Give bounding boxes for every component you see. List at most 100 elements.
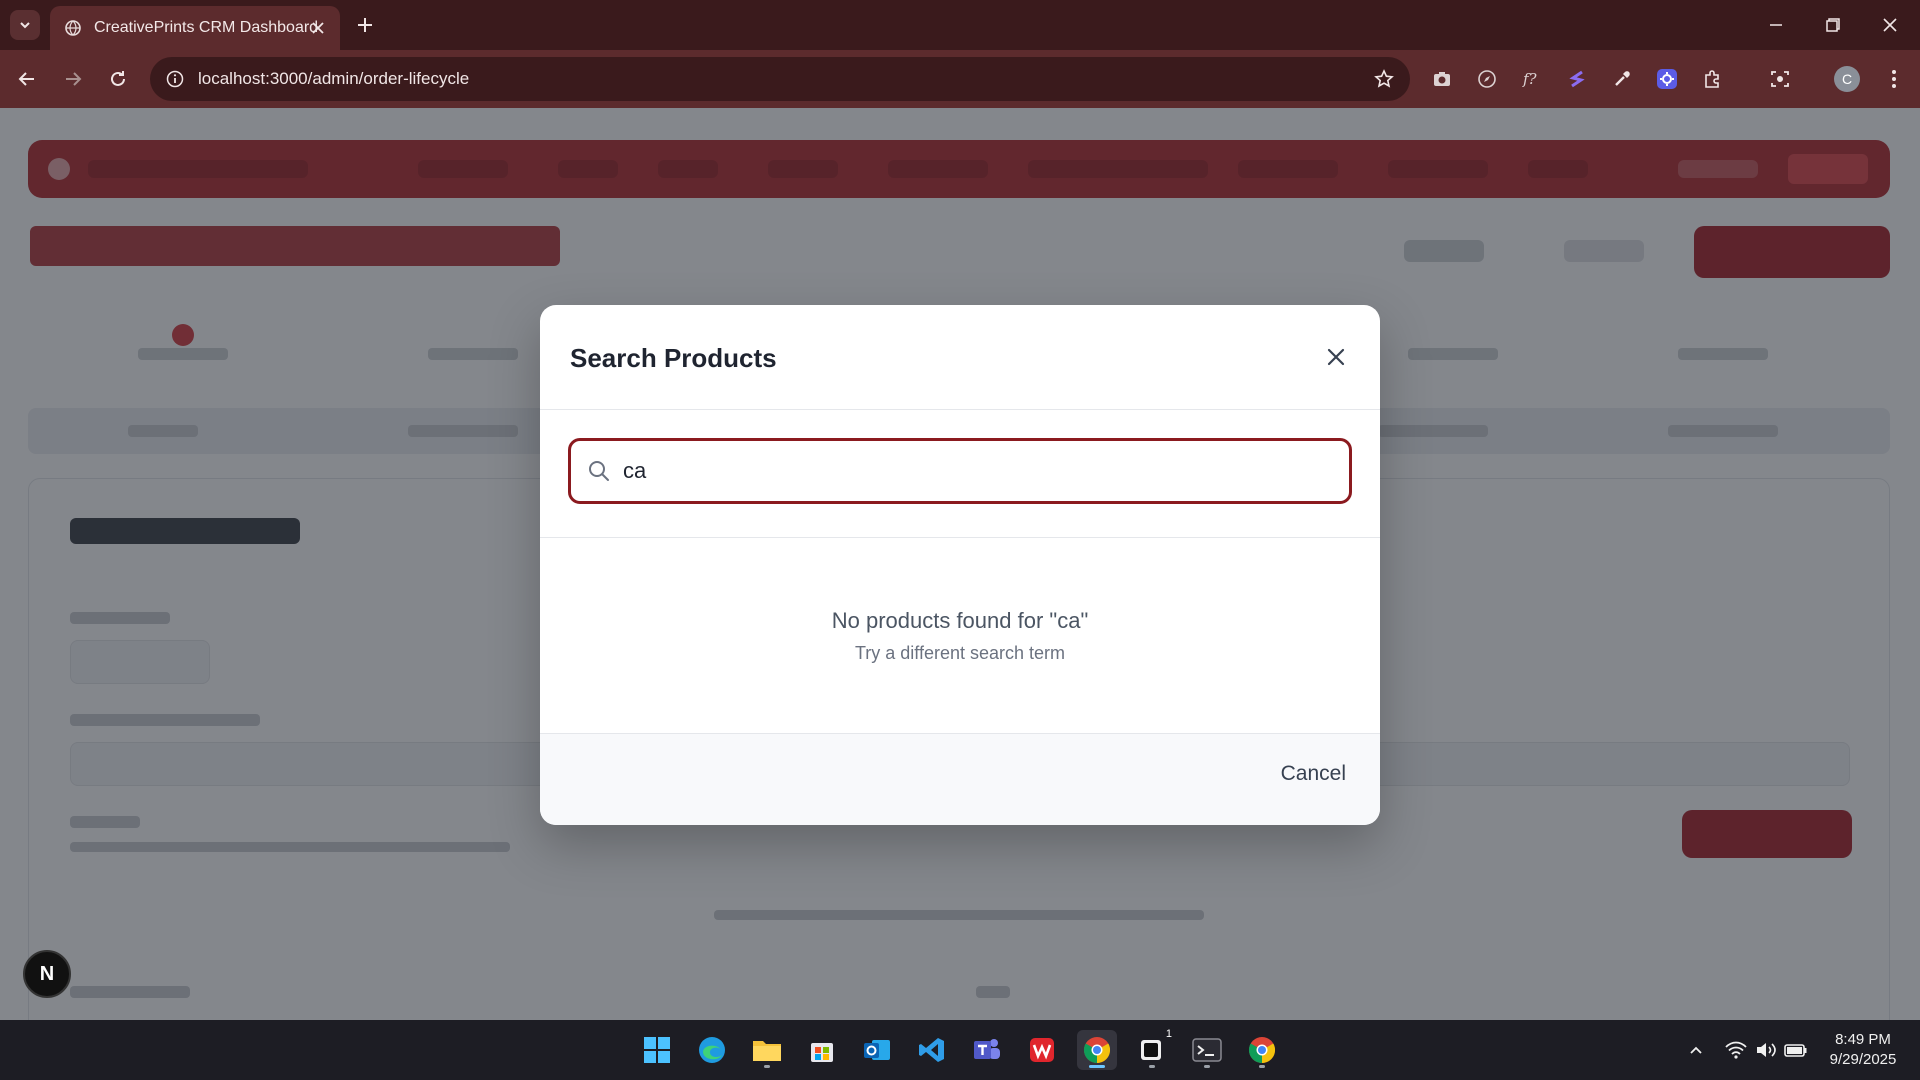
bookmark-button[interactable]: [1372, 67, 1396, 91]
edge-icon: [699, 1037, 725, 1063]
taskbar-file-explorer[interactable]: [747, 1030, 787, 1070]
star-icon: [1374, 69, 1394, 88]
globe-icon: [65, 20, 81, 36]
reload-icon: [111, 71, 125, 86]
outlook-icon: [864, 1040, 890, 1060]
battery-icon: [1784, 1044, 1807, 1057]
url-text: localhost:3000/admin/order-lifecycle: [198, 69, 470, 88]
settings-badge-icon: [1657, 69, 1677, 89]
empty-state-title: No products found for "ca": [831, 608, 1089, 633]
extension-s[interactable]: [1563, 65, 1591, 93]
wifi-status[interactable]: [1724, 1038, 1748, 1062]
product-search-input[interactable]: [623, 458, 1323, 484]
extensions-button[interactable]: [1698, 65, 1726, 93]
extension-formula[interactable]: f?: [1518, 65, 1546, 93]
taskbar-vscode[interactable]: [912, 1030, 952, 1070]
close-icon: [1883, 18, 1897, 32]
screenshot-icon: [1771, 71, 1789, 87]
window-close-button[interactable]: [1870, 10, 1910, 40]
extension-gear[interactable]: [1653, 65, 1681, 93]
empty-state-subtitle: Try a different search term: [854, 643, 1066, 663]
tab-title: CreativePrints CRM Dashboard: [94, 19, 319, 36]
cancel-button[interactable]: Cancel: [1281, 762, 1346, 786]
minimize-button[interactable]: [1756, 10, 1796, 40]
wps-icon: [1030, 1038, 1054, 1062]
taskbar-chrome[interactable]: [1242, 1030, 1282, 1070]
new-tab-button[interactable]: [352, 12, 378, 38]
start-button[interactable]: [637, 1030, 677, 1070]
taskbar-terminal-app[interactable]: 1: [1132, 1028, 1172, 1070]
clock-time: 8:49 PM: [1835, 1031, 1891, 1048]
back-button[interactable]: [12, 64, 42, 94]
terminal-app-icon: [1141, 1040, 1161, 1060]
camera-icon: [1434, 72, 1450, 86]
extension-compass[interactable]: [1473, 65, 1501, 93]
modal-close-button[interactable]: [1322, 343, 1350, 371]
eyedropper-icon: [1615, 71, 1630, 86]
taskbar-chrome-profile[interactable]: [1077, 1030, 1117, 1070]
forward-button[interactable]: [58, 64, 88, 94]
chevron-up-icon: [1690, 1046, 1702, 1054]
taskbar-clock[interactable]: 8:49 PM 9/29/2025: [1818, 1030, 1908, 1070]
reload-button[interactable]: [103, 64, 133, 94]
profile-avatar[interactable]: C: [1834, 66, 1860, 92]
taskbar-terminal[interactable]: [1187, 1030, 1227, 1070]
search-section: [540, 410, 1380, 538]
extension-camera[interactable]: [1428, 65, 1456, 93]
volume-control[interactable]: [1754, 1038, 1778, 1062]
puzzle-icon: [1705, 70, 1719, 88]
svg-text:f?: f?: [1522, 70, 1538, 88]
restore-icon: [1826, 18, 1840, 32]
tray-overflow-button[interactable]: [1684, 1038, 1708, 1062]
arrow-right-icon: [66, 72, 82, 86]
search-field[interactable]: [568, 438, 1352, 504]
nextjs-devtools-button[interactable]: N: [23, 950, 71, 998]
minimize-icon: [1770, 24, 1782, 26]
clock-date: 9/29/2025: [1829, 1051, 1897, 1068]
speaker-icon: [1757, 1043, 1776, 1057]
restore-button[interactable]: [1813, 10, 1853, 40]
folder-icon: [753, 1041, 781, 1061]
taskbar-outlook[interactable]: [857, 1030, 897, 1070]
extension-eyedropper[interactable]: [1608, 65, 1636, 93]
close-icon: [1327, 348, 1345, 366]
formula-icon: f?: [1522, 70, 1538, 88]
close-icon: [312, 22, 324, 34]
s-logo-icon: [1569, 70, 1585, 88]
vscode-icon: [919, 1038, 944, 1062]
screenshot-button[interactable]: [1766, 65, 1794, 93]
battery-status[interactable]: [1784, 1038, 1808, 1062]
taskbar-edge[interactable]: [692, 1030, 732, 1070]
taskbar-wps[interactable]: [1022, 1030, 1062, 1070]
notification-badge: 1: [1165, 1028, 1172, 1040]
teams-icon: [974, 1039, 1000, 1059]
windows-logo-icon: [644, 1037, 670, 1063]
address-bar[interactable]: localhost:3000/admin/order-lifecycle: [150, 57, 1410, 101]
store-icon: [811, 1043, 833, 1062]
modal-header: Search Products: [540, 305, 1380, 410]
info-icon[interactable]: [166, 70, 184, 88]
plus-icon: [358, 18, 372, 32]
windows-taskbar: 1 8:49 PM 9/29/2025: [0, 1020, 1920, 1080]
chrome-icon: [1083, 1037, 1111, 1064]
wifi-icon: [1725, 1041, 1747, 1059]
search-icon: [589, 461, 609, 481]
taskbar-store[interactable]: [802, 1030, 842, 1070]
compass-icon: [1478, 70, 1496, 88]
chevron-down-icon: [20, 22, 30, 29]
arrow-left-icon: [18, 72, 34, 86]
browser-tab-bar: CreativePrints CRM Dashboard: [0, 0, 1920, 50]
tab-close-button[interactable]: [308, 18, 328, 38]
modal-footer: Cancel: [540, 733, 1380, 825]
browser-menu-button[interactable]: [1880, 65, 1908, 93]
modal-title: Search Products: [570, 343, 777, 373]
browser-tab[interactable]: CreativePrints CRM Dashboard: [50, 6, 340, 50]
search-products-modal: Search Products No products found for "c…: [540, 305, 1380, 825]
browser-toolbar: localhost:3000/admin/order-lifecycle f?: [0, 50, 1920, 108]
tab-search-button[interactable]: [10, 10, 40, 40]
taskbar-teams[interactable]: [967, 1030, 1007, 1070]
terminal-icon: [1192, 1038, 1222, 1062]
empty-state: No products found for "ca" Try a differe…: [540, 538, 1380, 738]
chrome-icon: [1248, 1037, 1276, 1064]
more-vertical-icon: [1892, 70, 1896, 88]
